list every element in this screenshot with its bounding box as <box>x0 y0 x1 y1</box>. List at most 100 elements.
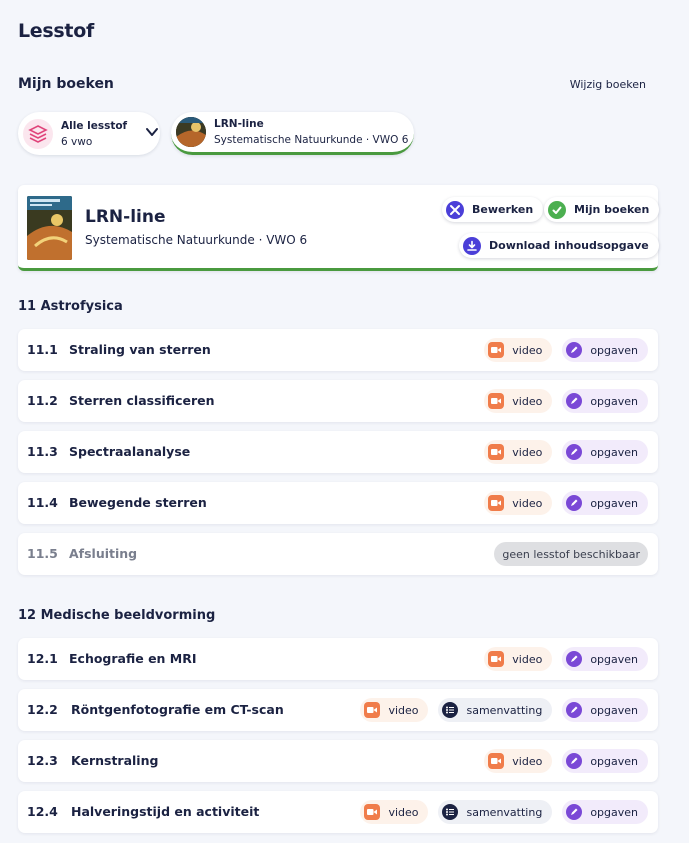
opgaven-tag[interactable]: opgaven <box>562 491 648 515</box>
opgaven-tag[interactable]: opgaven <box>562 749 648 773</box>
my-books-button[interactable]: Mijn boeken <box>544 197 660 222</box>
section-name: Kernstraling <box>71 753 159 768</box>
section-name: Halveringstijd en activiteit <box>71 804 260 819</box>
list-icon <box>442 804 459 820</box>
video-tag[interactable]: video <box>484 440 553 464</box>
pencil-icon <box>566 702 583 718</box>
video-label: video <box>388 805 419 819</box>
opgaven-label: opgaven <box>590 343 638 357</box>
pencil-icon <box>566 495 583 511</box>
section-name: Straling van sterren <box>69 342 211 357</box>
video-icon <box>488 753 505 769</box>
video-label: video <box>512 652 543 666</box>
download-toc-label: Download inhoudsopgave <box>489 239 649 252</box>
book-cover-thumbnail <box>176 117 206 147</box>
section-number: 12.2 <box>27 702 58 717</box>
video-icon <box>488 444 505 460</box>
no-content-badge: geen lesstof beschikbaar <box>494 542 648 566</box>
chapter-title: 11 Astrofysica <box>18 299 123 314</box>
chevron-down-icon[interactable] <box>145 124 159 143</box>
samenvatting-label: samenvatting <box>466 703 543 717</box>
section-number: 12.3 <box>27 753 58 768</box>
my-books-heading: Mijn boeken <box>18 76 114 92</box>
video-label: video <box>512 754 543 768</box>
section-row[interactable]: 11.2 Sterren classificeren video opgaven <box>18 380 658 422</box>
opgaven-tag[interactable]: opgaven <box>562 389 648 413</box>
video-label: video <box>512 445 543 459</box>
video-tag[interactable]: video <box>484 389 553 413</box>
section-number: 11.2 <box>27 393 58 408</box>
change-books-link[interactable]: Wijzig boeken <box>570 78 646 91</box>
section-number: 11.1 <box>27 342 58 357</box>
section-row[interactable]: 12.1 Echografie en MRI video opgaven <box>18 638 658 680</box>
opgaven-label: opgaven <box>590 805 638 819</box>
video-icon <box>488 651 505 667</box>
video-label: video <box>512 343 543 357</box>
layers-icon <box>23 118 53 149</box>
section-row[interactable]: 12.3 Kernstraling video opgaven <box>18 740 658 782</box>
samenvatting-tag[interactable]: samenvatting <box>438 698 553 722</box>
pencil-icon <box>566 651 583 667</box>
all-lesstof-subtitle: 6 vwo <box>61 135 93 148</box>
opgaven-tag[interactable]: opgaven <box>562 338 648 362</box>
book-card: LRN-line Systematische Natuurkunde · VWO… <box>18 185 660 271</box>
book-tab-title: LRN-line <box>214 118 264 130</box>
video-tag[interactable]: video <box>360 698 429 722</box>
edit-button-label: Bewerken <box>472 203 534 216</box>
video-icon <box>488 393 505 409</box>
video-tag[interactable]: video <box>484 647 553 671</box>
download-toc-button[interactable]: Download inhoudsopgave <box>459 233 659 258</box>
opgaven-label: opgaven <box>590 394 638 408</box>
section-name: Spectraalanalyse <box>69 444 191 459</box>
opgaven-tag[interactable]: opgaven <box>562 440 648 464</box>
video-icon <box>364 804 381 820</box>
opgaven-label: opgaven <box>590 496 638 510</box>
video-tag[interactable]: video <box>484 491 553 515</box>
pencil-icon <box>566 342 583 358</box>
opgaven-label: opgaven <box>590 445 638 459</box>
book-subtitle: Systematische Natuurkunde · VWO 6 <box>85 233 308 247</box>
book-tab-subtitle: Systematische Natuurkunde · VWO 6 <box>214 134 409 146</box>
section-name: Röntgenfotografie em CT-scan <box>71 702 284 717</box>
section-row[interactable]: 11.4 Bewegende sterren video opgaven <box>18 482 658 524</box>
edit-button[interactable]: Bewerken <box>442 197 544 222</box>
pencil-icon <box>566 804 583 820</box>
video-tag[interactable]: video <box>484 338 553 362</box>
section-row[interactable]: 12.4 Halveringstijd en activiteit video … <box>18 791 658 833</box>
opgaven-label: opgaven <box>590 703 638 717</box>
opgaven-tag[interactable]: opgaven <box>562 800 648 824</box>
video-label: video <box>512 394 543 408</box>
section-number: 11.4 <box>27 495 58 510</box>
video-label: video <box>512 496 543 510</box>
video-tag[interactable]: video <box>360 800 429 824</box>
pencil-icon <box>566 444 583 460</box>
section-number: 12.4 <box>27 804 58 819</box>
video-icon <box>488 342 505 358</box>
my-books-button-label: Mijn boeken <box>574 203 650 216</box>
samenvatting-tag[interactable]: samenvatting <box>438 800 553 824</box>
all-lesstof-selector[interactable]: Alle lesstof 6 vwo <box>18 112 160 155</box>
section-name: Afsluiting <box>69 546 138 561</box>
section-number: 12.1 <box>27 651 58 666</box>
check-icon <box>548 200 566 219</box>
book-cover <box>27 196 72 260</box>
section-row[interactable]: 11.3 Spectraalanalyse video opgaven <box>18 431 658 473</box>
video-label: video <box>388 703 419 717</box>
section-row: 11.5 Afsluiting geen lesstof beschikbaar <box>18 533 658 575</box>
opgaven-tag[interactable]: opgaven <box>562 647 648 671</box>
video-icon <box>488 495 505 511</box>
section-name: Echografie en MRI <box>69 651 197 666</box>
section-row[interactable]: 11.1 Straling van sterren video opgaven <box>18 329 658 371</box>
chapter-title: 12 Medische beeldvorming <box>18 608 216 623</box>
book-tab-lrn-line[interactable]: LRN-line Systematische Natuurkunde · VWO… <box>171 112 414 155</box>
page-title: Lesstof <box>18 20 94 42</box>
section-row[interactable]: 12.2 Röntgenfotografie em CT-scan video … <box>18 689 658 731</box>
section-name: Sterren classificeren <box>69 393 215 408</box>
video-tag[interactable]: video <box>484 749 553 773</box>
download-icon <box>463 236 481 255</box>
opgaven-tag[interactable]: opgaven <box>562 698 648 722</box>
samenvatting-label: samenvatting <box>466 805 543 819</box>
section-name: Bewegende sterren <box>69 495 207 510</box>
book-title: LRN-line <box>85 207 166 227</box>
opgaven-label: opgaven <box>590 754 638 768</box>
